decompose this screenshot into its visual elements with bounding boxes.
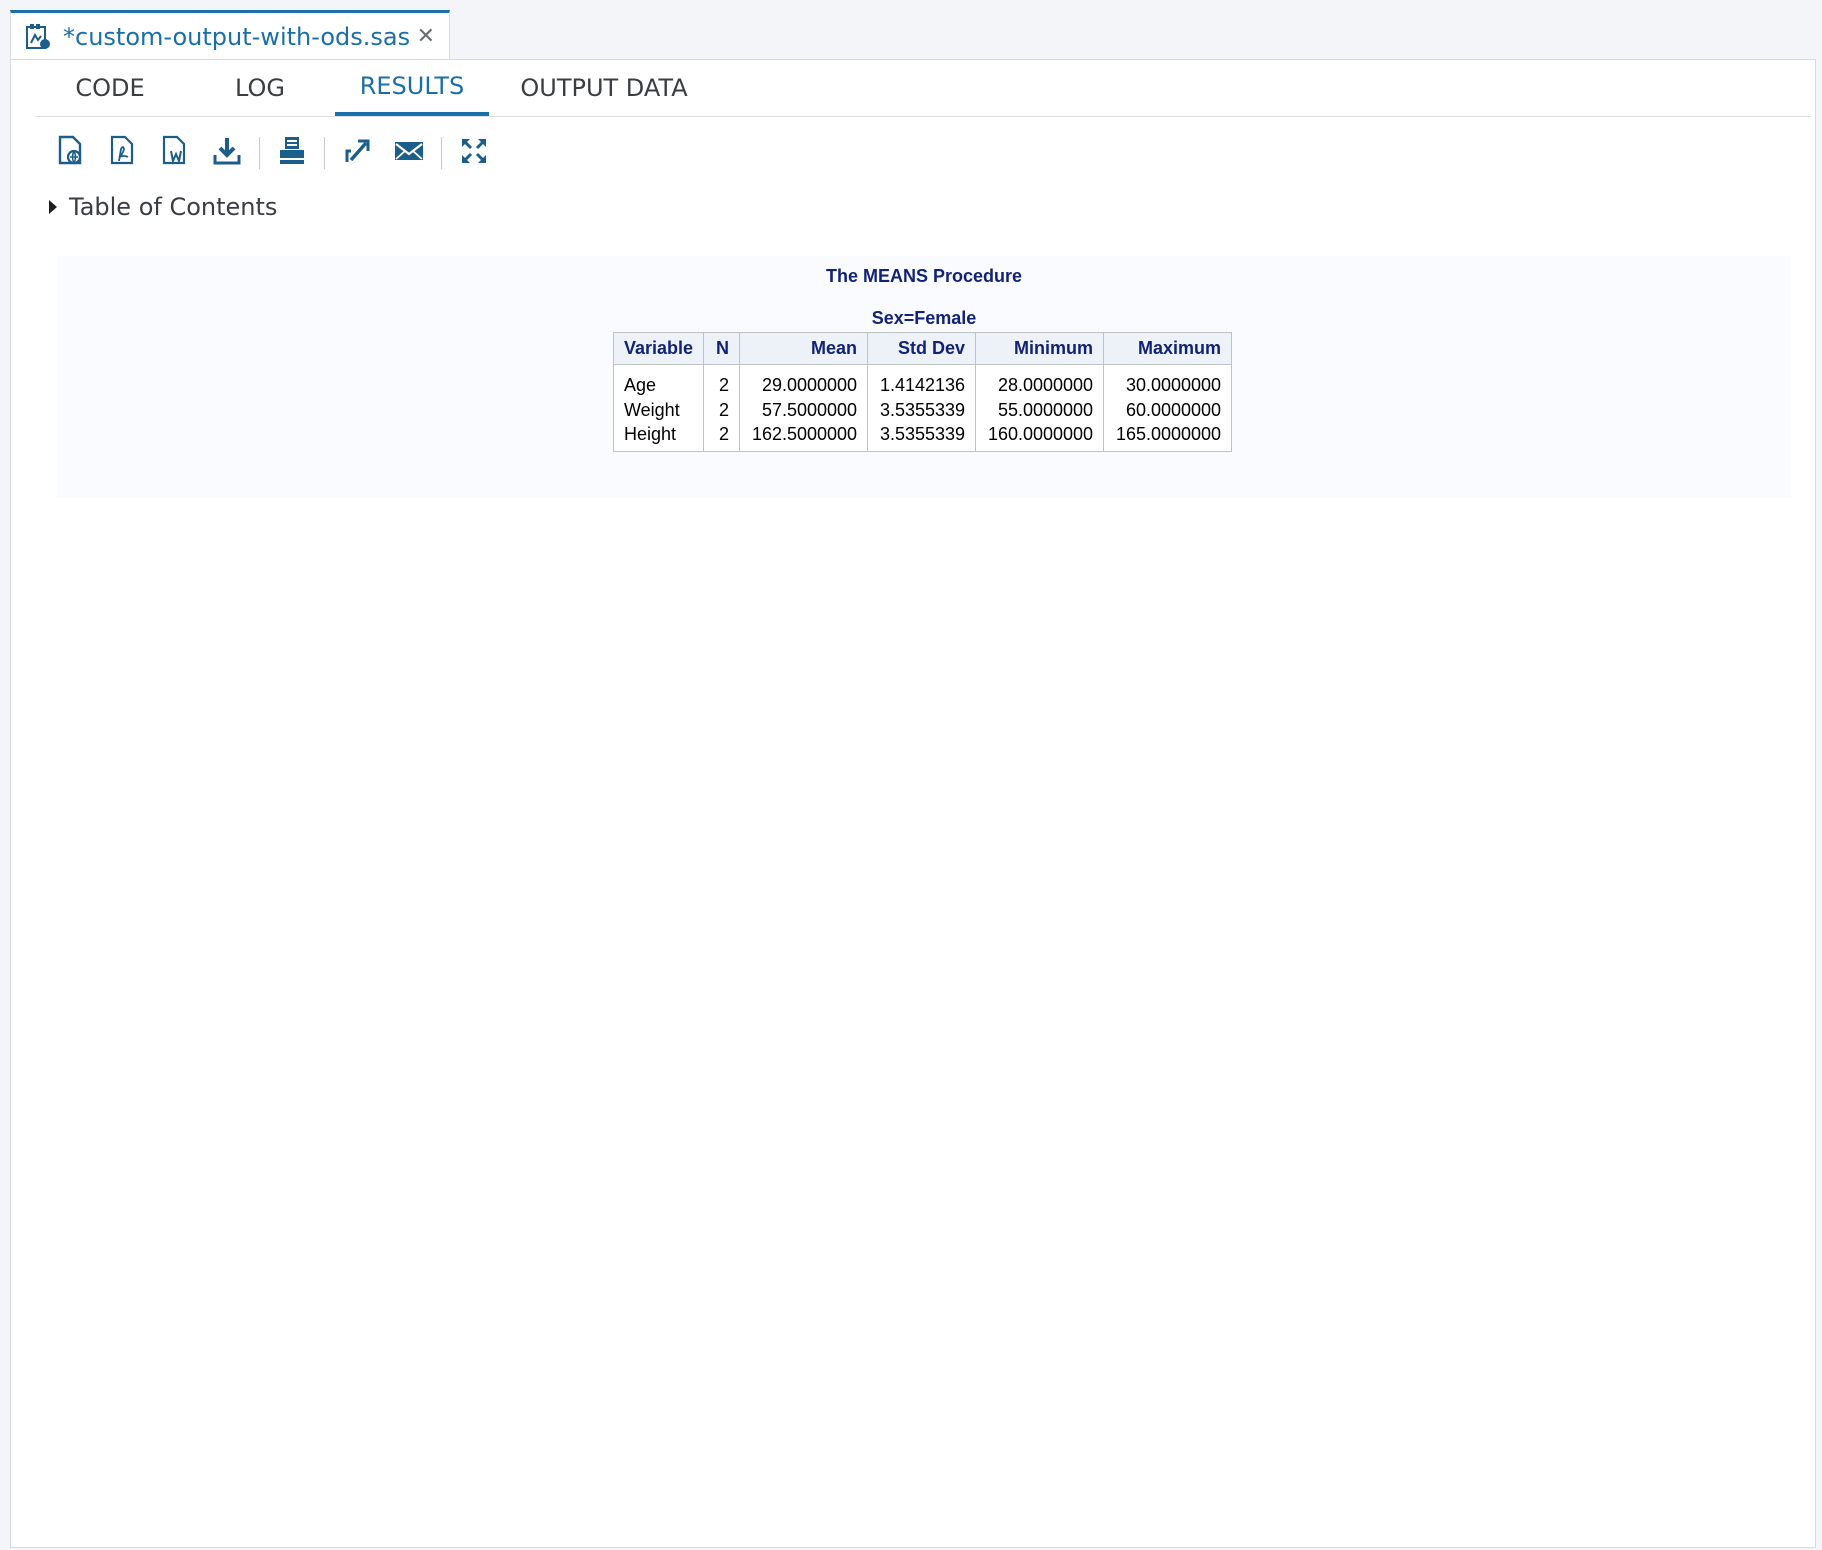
email-button[interactable] bbox=[383, 130, 435, 176]
column-header: Std Dev bbox=[867, 332, 977, 365]
download-icon bbox=[212, 135, 242, 172]
column-header: Maximum bbox=[1103, 332, 1233, 365]
maximize-button[interactable] bbox=[448, 130, 500, 176]
email-icon bbox=[394, 135, 424, 172]
sas-program-file-icon bbox=[23, 22, 53, 52]
tab-output-data[interactable]: OUTPUT DATA bbox=[489, 60, 719, 116]
table-cell: 60.0000000 bbox=[1103, 399, 1233, 421]
close-tab-icon[interactable]: ✕ bbox=[417, 24, 435, 49]
table-cell: 29.0000000 bbox=[739, 364, 869, 399]
print-icon bbox=[277, 135, 307, 172]
results-toolbar bbox=[45, 130, 500, 176]
column-header: Mean bbox=[739, 332, 869, 365]
table-cell: 165.0000000 bbox=[1103, 421, 1233, 452]
table-cell: 162.5000000 bbox=[739, 421, 869, 452]
table-cell: 160.0000000 bbox=[975, 421, 1105, 452]
table-cell: 30.0000000 bbox=[1103, 364, 1233, 399]
view-tabs: CODE LOG RESULTS OUTPUT DATA bbox=[35, 60, 1811, 117]
file-tab-name: *custom-output-with-ods.sas bbox=[63, 22, 411, 51]
sas-studio-window: *custom-output-with-ods.sas ✕ CODE LOG R… bbox=[0, 0, 1822, 1550]
download-pdf-icon bbox=[108, 135, 138, 172]
table-cell: 3.5355339 bbox=[867, 421, 977, 452]
tab-results[interactable]: RESULTS bbox=[335, 60, 489, 116]
editor-panel: CODE LOG RESULTS OUTPUT DATA Table of Co… bbox=[10, 59, 1816, 1548]
table-of-contents-toggle[interactable]: Table of Contents bbox=[49, 185, 277, 229]
table-row: Weight 2 57.5000000 3.5355339 55.0000000… bbox=[612, 399, 1233, 421]
toolbar-separator bbox=[324, 137, 325, 169]
toc-label: Table of Contents bbox=[69, 193, 278, 221]
tab-log[interactable]: LOG bbox=[185, 60, 335, 116]
table-cell: 2 bbox=[703, 399, 741, 421]
file-tab[interactable]: *custom-output-with-ods.sas ✕ bbox=[10, 10, 450, 60]
table-header-row: Variable N Mean Std Dev Minimum Maximum bbox=[612, 332, 1233, 365]
download-word-button[interactable] bbox=[149, 130, 201, 176]
toolbar-separator bbox=[259, 137, 260, 169]
download-html-button[interactable] bbox=[45, 130, 97, 176]
table-row: Height 2 162.5000000 3.5355339 160.00000… bbox=[612, 421, 1233, 452]
procedure-title: The MEANS Procedure bbox=[825, 266, 1023, 286]
caret-right-icon bbox=[49, 200, 57, 214]
column-header: N bbox=[703, 332, 741, 365]
maximize-icon bbox=[459, 135, 489, 172]
open-in-new-tab-icon bbox=[342, 135, 372, 172]
table-cell: 55.0000000 bbox=[975, 399, 1105, 421]
print-button[interactable] bbox=[266, 130, 318, 176]
download-button[interactable] bbox=[201, 130, 253, 176]
toolbar-separator bbox=[441, 137, 442, 169]
table-cell: Age bbox=[612, 364, 705, 399]
column-header: Variable bbox=[612, 332, 705, 365]
table-row: Age 2 29.0000000 1.4142136 28.0000000 30… bbox=[612, 364, 1233, 399]
tab-code[interactable]: CODE bbox=[35, 60, 185, 116]
table-cell: Height bbox=[612, 421, 705, 452]
column-header: Minimum bbox=[975, 332, 1105, 365]
download-pdf-button[interactable] bbox=[97, 130, 149, 176]
means-table: Variable N Mean Std Dev Minimum Maximum … bbox=[612, 332, 1233, 452]
table-cell: 1.4142136 bbox=[867, 364, 977, 399]
download-word-icon bbox=[160, 135, 190, 172]
table-cell: 28.0000000 bbox=[975, 364, 1105, 399]
results-output: The MEANS Procedure Sex=Female Variable … bbox=[57, 256, 1791, 498]
table-cell: 57.5000000 bbox=[739, 399, 869, 421]
table-cell: Weight bbox=[612, 399, 705, 421]
by-group-label: Sex=Female bbox=[871, 308, 977, 328]
table-cell: 2 bbox=[703, 421, 741, 452]
open-in-new-tab-button[interactable] bbox=[331, 130, 383, 176]
download-html-icon bbox=[56, 135, 86, 172]
table-cell: 2 bbox=[703, 364, 741, 399]
table-cell: 3.5355339 bbox=[867, 399, 977, 421]
